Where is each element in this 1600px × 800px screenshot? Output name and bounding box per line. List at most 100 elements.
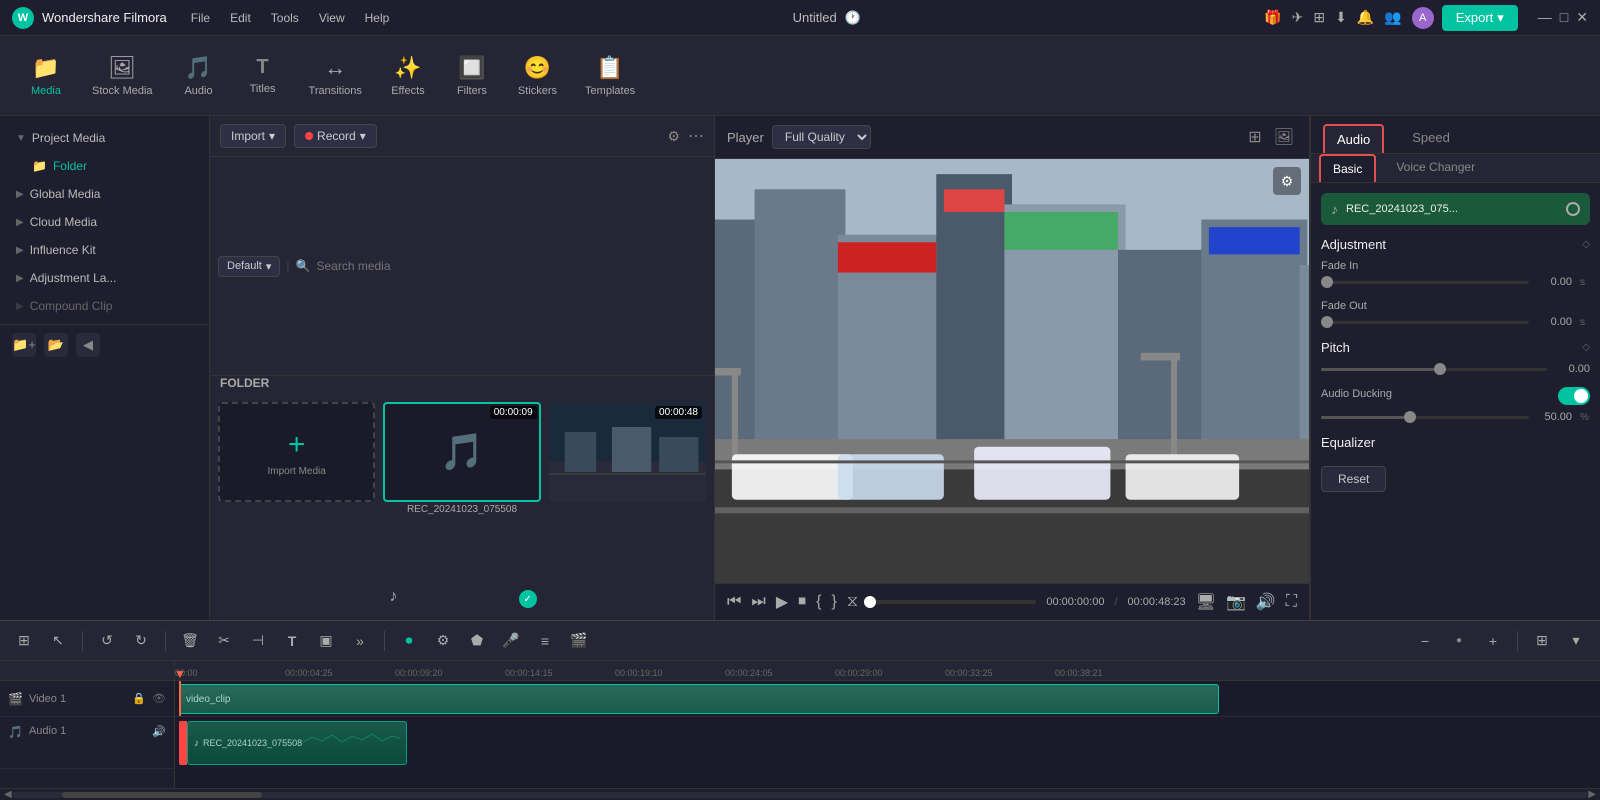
close-button[interactable]: ✕ (1576, 9, 1588, 26)
tl-plus-button[interactable]: + (1479, 627, 1507, 655)
video-clip-item[interactable]: video_clip (179, 684, 1219, 714)
subtab-basic[interactable]: Basic (1319, 154, 1376, 182)
timeline-scroll-thumb[interactable] (62, 792, 262, 798)
mark-in-icon[interactable]: { (816, 593, 821, 611)
menu-help[interactable]: Help (365, 11, 390, 25)
record-button[interactable]: Record ▾ (294, 124, 377, 148)
play-icon[interactable]: ▶ (776, 592, 788, 612)
bell-icon[interactable]: 🔔 (1357, 9, 1374, 26)
toolbar-effects[interactable]: ✨ Effects (378, 47, 438, 105)
ducking-thumb[interactable] (1404, 411, 1416, 423)
pitch-thumb[interactable] (1434, 363, 1446, 375)
search-input[interactable] (316, 259, 706, 273)
audio-ducking-slider[interactable] (1321, 416, 1529, 419)
more-options-icon[interactable]: ⋯ (688, 126, 704, 146)
tl-cut-button[interactable]: ✂ (210, 627, 238, 655)
menu-view[interactable]: View (319, 11, 345, 25)
send-icon[interactable]: ✈ (1292, 9, 1304, 26)
filter-icon[interactable]: ⚙ (667, 128, 680, 145)
tab-audio[interactable]: Audio (1323, 124, 1384, 153)
video-lock-icon[interactable]: 🔒 (132, 692, 146, 705)
maximize-button[interactable]: □ (1560, 9, 1568, 26)
toolbar-media[interactable]: 📁 Media (16, 47, 76, 105)
media-item-audio[interactable]: 🎵 ♪ 00:00:09 ✓ REC_20241023_075508 (383, 402, 540, 612)
tl-mask-button[interactable]: ⬟ (463, 627, 491, 655)
scroll-right-icon[interactable]: ▶ (1588, 789, 1596, 800)
avatar-icon[interactable]: A (1412, 7, 1434, 29)
volume-icon[interactable]: 🔊 (1256, 592, 1276, 612)
sidebar-item-cloud-media[interactable]: ▶ Cloud Media (0, 208, 209, 236)
sidebar-item-adjustment[interactable]: ▶ Adjustment La... (0, 264, 209, 292)
audio-clip-item[interactable]: ♪ REC_20241023_075508 (187, 721, 407, 765)
quality-select[interactable]: Full Quality 1/2 Quality 1/4 Quality (772, 125, 871, 149)
tl-minus-button[interactable]: − (1411, 627, 1439, 655)
scroll-left-icon[interactable]: ◀ (4, 789, 12, 800)
tl-select-tool[interactable]: ⊞ (10, 627, 38, 655)
fade-in-thumb[interactable] (1321, 276, 1333, 288)
toolbar-stickers[interactable]: 😊 Stickers (506, 47, 569, 105)
tl-pointer-tool[interactable]: ↖ (44, 627, 72, 655)
adjustment-diamond-icon[interactable]: ◇ (1582, 239, 1590, 250)
tl-zoom-slider[interactable]: ● (1445, 627, 1473, 655)
clip-icon[interactable]: ⧖ (847, 593, 858, 611)
screenshot-icon[interactable]: 📷 (1226, 592, 1246, 612)
tl-add-track-button[interactable]: 🎬 (565, 627, 593, 655)
sidebar-item-compound-clip[interactable]: ▶ Compound Clip (0, 292, 209, 320)
playback-progress[interactable] (868, 600, 1036, 604)
toolbar-titles[interactable]: T Titles (233, 48, 293, 103)
export-button[interactable]: Export ▾ (1442, 5, 1518, 31)
toolbar-transitions[interactable]: ↔ Transitions (297, 47, 374, 105)
fullscreen-icon[interactable]: ⛶ (1286, 593, 1297, 611)
video-eye-icon[interactable]: 👁 (152, 692, 166, 705)
grid-icon[interactable]: ⊞ (1313, 9, 1325, 26)
tl-split-button[interactable]: ⊣ (244, 627, 272, 655)
tl-redo-button[interactable]: ↻ (127, 627, 155, 655)
new-folder-icon[interactable]: 📁+ (12, 333, 36, 357)
timeline-scroll-track[interactable] (12, 792, 1589, 798)
tab-speed[interactable]: Speed (1400, 124, 1462, 153)
tl-gear-button[interactable]: ⚙ (429, 627, 457, 655)
skip-back-icon[interactable]: ⏮ (727, 593, 741, 611)
tl-expand-button[interactable]: » (346, 627, 374, 655)
subtab-voice-changer[interactable]: Voice Changer (1384, 154, 1487, 182)
import-media-item[interactable]: + Import Media (218, 402, 375, 612)
audio-ducking-toggle[interactable] (1558, 387, 1590, 405)
people-icon[interactable]: 👥 (1384, 9, 1401, 26)
fade-out-thumb[interactable] (1321, 316, 1333, 328)
step-back-icon[interactable]: ⏭ (751, 593, 765, 611)
tl-mic-button[interactable]: 🎤 (497, 627, 525, 655)
tl-undo-button[interactable]: ↺ (93, 627, 121, 655)
toolbar-filters[interactable]: 🔲 Filters (442, 47, 502, 105)
tl-text-button[interactable]: T (278, 627, 306, 655)
playhead[interactable] (179, 681, 181, 716)
toolbar-audio[interactable]: 🎵 Audio (169, 47, 229, 105)
stop-icon[interactable]: ⏹ (798, 593, 806, 611)
tl-grid-button[interactable]: ⊞ (1528, 627, 1556, 655)
audio-mute-icon[interactable]: 🔊 (152, 725, 166, 738)
pitch-diamond-icon[interactable]: ◇ (1582, 342, 1590, 353)
folder-move-icon[interactable]: 📂 (44, 333, 68, 357)
menu-file[interactable]: File (191, 11, 210, 25)
gift-icon[interactable]: 🎁 (1264, 9, 1281, 26)
minimize-button[interactable]: — (1538, 9, 1552, 26)
tl-more-button[interactable]: ▾ (1562, 627, 1590, 655)
toolbar-templates[interactable]: 📋 Templates (573, 47, 647, 105)
default-view-button[interactable]: Default ▾ (218, 256, 280, 277)
monitor-icon[interactable]: 🖥 (1196, 592, 1216, 612)
sidebar-item-influence-kit[interactable]: ▶ Influence Kit (0, 236, 209, 264)
sidebar-item-project-media[interactable]: ▼ Project Media (0, 124, 209, 152)
pitch-slider[interactable] (1321, 368, 1547, 371)
tl-record-button[interactable]: ⏺ (395, 627, 423, 655)
mark-out-icon[interactable]: } (831, 593, 836, 611)
toolbar-stock-media[interactable]: 🖼 Stock Media (80, 47, 165, 105)
menu-edit[interactable]: Edit (230, 11, 251, 25)
project-title[interactable]: Untitled (793, 10, 837, 25)
audio-knob[interactable] (1566, 202, 1580, 216)
download-icon[interactable]: ⬇ (1335, 9, 1347, 26)
sidebar-collapse-icon[interactable]: ◀ (76, 333, 100, 357)
grid-view-icon[interactable]: ⊞ (1245, 124, 1264, 150)
media-item-video[interactable]: 00:00:48 (549, 402, 706, 612)
image-view-icon[interactable]: 🖼 (1271, 124, 1297, 150)
menu-tools[interactable]: Tools (271, 11, 299, 25)
fade-in-slider[interactable] (1321, 281, 1529, 284)
